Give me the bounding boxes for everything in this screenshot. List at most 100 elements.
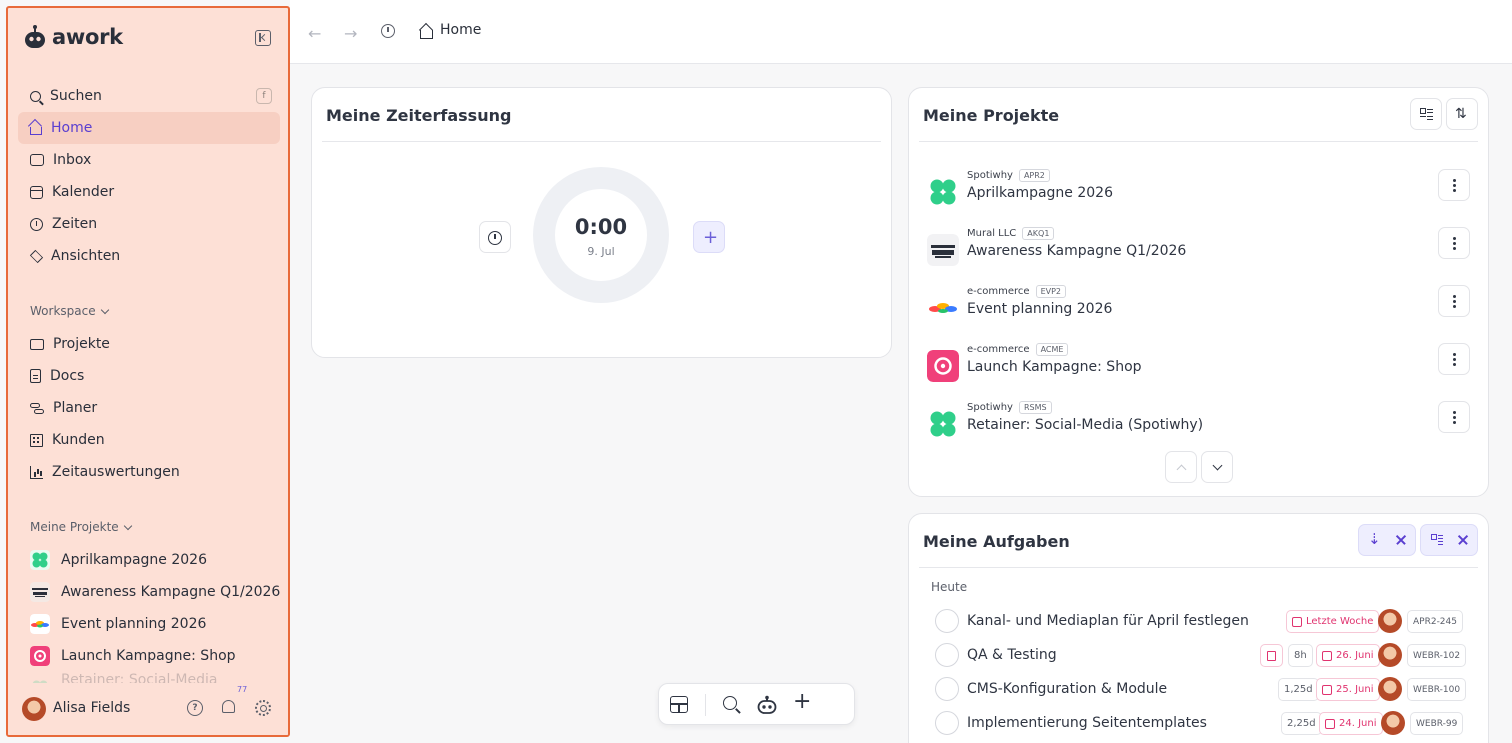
timer-ring[interactable]: 0:00 9. Jul — [533, 167, 669, 303]
breadcrumb[interactable]: Home — [440, 22, 481, 38]
workspace-section-toggle[interactable]: Workspace — [30, 304, 109, 318]
task-row[interactable]: Implementierung Seitentemplates 2,25d 24… — [935, 709, 1470, 737]
sidebar-item-docs[interactable]: Docs — [18, 360, 280, 392]
effort-chip[interactable]: 8h — [1288, 644, 1313, 667]
task-row[interactable]: QA & Testing 8h 26. Juni WEBR-102 — [935, 641, 1470, 669]
sidebar-item-label: Kalender — [52, 184, 115, 200]
plus-icon[interactable]: + — [793, 689, 813, 714]
close-icon[interactable] — [1451, 525, 1477, 555]
sidebar-item-home[interactable]: Home — [18, 112, 280, 144]
more-options-icon[interactable] — [1438, 285, 1470, 317]
assignee-avatar[interactable] — [1378, 677, 1402, 701]
project-row[interactable]: e-commerce EVP2 Event planning 2026 — [927, 285, 1470, 329]
timer-display: 0:00 9. Jul — [555, 189, 647, 281]
client-name: e-commerce — [967, 286, 1030, 297]
client-name: Spotiwhy — [967, 170, 1013, 181]
section-label: Meine Projekte — [30, 520, 119, 534]
help-icon[interactable]: ? — [187, 700, 203, 716]
assignee-avatar[interactable] — [1381, 711, 1405, 735]
my-projects-section-toggle[interactable]: Meine Projekte — [30, 520, 132, 534]
task-checkbox[interactable] — [935, 609, 959, 633]
list-view-icon[interactable] — [1421, 525, 1451, 555]
add-time-entry-button[interactable]: + — [693, 221, 725, 253]
search-icon[interactable] — [723, 696, 737, 710]
effort-chip[interactable]: 1,25d — [1278, 678, 1319, 701]
task-key: WEBR-99 — [1410, 712, 1464, 735]
document-icon — [30, 369, 41, 383]
project-row[interactable]: e-commerce ACME Launch Kampagne: Shop — [927, 343, 1470, 387]
sidebar-project-awareness[interactable]: Awareness Kampagne Q1/2026 — [30, 580, 280, 604]
stopwatch-button[interactable] — [479, 221, 511, 253]
divider — [705, 694, 706, 716]
due-date-chip[interactable]: 26. Juni — [1316, 644, 1380, 667]
more-options-icon[interactable] — [1438, 227, 1470, 259]
effort-chip[interactable]: 2,25d — [1281, 712, 1322, 735]
due-date-chip[interactable]: 24. Juni — [1319, 712, 1383, 735]
project-key: RSMS — [1018, 401, 1052, 414]
task-checkbox[interactable] — [935, 677, 959, 701]
search-icon — [30, 90, 41, 102]
bell-icon[interactable] — [222, 700, 235, 713]
task-checkbox[interactable] — [935, 643, 959, 667]
project-client: Mural LLC AKQ1 — [967, 227, 1055, 240]
sidebar-item-kunden[interactable]: Kunden — [18, 424, 280, 456]
project-row[interactable]: Spotiwhy RSMS Retainer: Social-Media (Spo… — [927, 401, 1470, 445]
task-name[interactable]: Implementierung Seitentemplates — [967, 715, 1207, 731]
task-row[interactable]: CMS-Konfiguration & Module 1,25d 25. Jun… — [935, 675, 1470, 703]
sort-descending-icon[interactable] — [1359, 525, 1389, 555]
project-row[interactable]: Mural LLC AKQ1 Awareness Kampagne Q1/2026 — [927, 227, 1470, 271]
project-row[interactable]: Spotiwhy APR2 Aprilkampagne 2026 — [927, 169, 1470, 213]
assistant-robot-icon[interactable] — [757, 695, 777, 715]
task-name[interactable]: CMS-Konfiguration & Module — [967, 681, 1167, 697]
task-row[interactable]: Kanal- und Mediaplan für April festlegen… — [935, 607, 1470, 635]
ecommerce-pink-logo-icon — [927, 350, 959, 382]
collapse-sidebar-icon[interactable] — [255, 30, 271, 46]
sidebar-project-aprilkampagne[interactable]: Aprilkampagne 2026 — [30, 548, 207, 572]
sidebar-project-launch-kampagne[interactable]: Launch Kampagne: Shop — [30, 644, 236, 668]
user-avatar[interactable] — [22, 697, 46, 721]
sidebar-item-zeiten[interactable]: Zeiten — [18, 208, 280, 240]
due-date-chip[interactable]: Letzte Woche — [1286, 610, 1380, 633]
user-name[interactable]: Alisa Fields — [53, 700, 130, 716]
sidebar-item-zeitauswertungen[interactable]: Zeitauswertungen — [18, 456, 280, 488]
close-icon[interactable] — [1389, 525, 1415, 555]
more-options-icon[interactable] — [1438, 401, 1470, 433]
chevron-up-icon[interactable] — [1165, 451, 1197, 483]
flag-icon[interactable] — [1260, 644, 1283, 667]
back-arrow-icon[interactable]: ← — [308, 24, 321, 43]
project-key: AKQ1 — [1022, 227, 1055, 240]
list-view-icon — [1420, 108, 1433, 120]
more-options-icon[interactable] — [1438, 169, 1470, 201]
sidebar-item-label: Zeitauswertungen — [52, 464, 180, 480]
sidebar-item-kalender[interactable]: Kalender — [18, 176, 280, 208]
spotiwhy-logo-icon — [930, 411, 956, 437]
sort-button[interactable]: ⇅ — [1446, 98, 1478, 130]
more-options-icon[interactable] — [1438, 343, 1470, 375]
sidebar-item-projekte[interactable]: Projekte — [18, 328, 280, 360]
due-date-chip[interactable]: 25. Juni — [1316, 678, 1380, 701]
assignee-avatar[interactable] — [1378, 643, 1402, 667]
app-logo[interactable]: awork — [24, 24, 123, 50]
sidebar-item-label: Docs — [50, 368, 85, 384]
time-tracking-card: Meine Zeiterfassung 0:00 9. Jul + — [311, 87, 892, 358]
view-filter-chip[interactable] — [1420, 524, 1478, 556]
view-options-button[interactable] — [1410, 98, 1442, 130]
project-client: Spotiwhy RSMS — [967, 401, 1052, 414]
sidebar-item-planer[interactable]: Planer — [18, 392, 280, 424]
task-name[interactable]: Kanal- und Mediaplan für April festlegen — [967, 613, 1249, 629]
project-name: Event planning 2026 — [967, 301, 1113, 317]
chevron-down-icon[interactable] — [1201, 451, 1233, 483]
sidebar-item-ansichten[interactable]: Ansichten — [18, 240, 280, 272]
sort-filter-chip[interactable] — [1358, 524, 1416, 556]
layout-icon[interactable] — [670, 696, 688, 713]
sidebar-item-search[interactable]: Suchen f — [18, 80, 280, 112]
assignee-avatar[interactable] — [1378, 609, 1402, 633]
task-checkbox[interactable] — [935, 711, 959, 735]
history-icon[interactable] — [381, 24, 395, 38]
plus-icon: + — [703, 227, 719, 248]
task-name[interactable]: QA & Testing — [967, 647, 1057, 663]
gear-icon[interactable] — [255, 700, 271, 716]
sidebar-project-event-planning[interactable]: Event planning 2026 — [30, 612, 206, 636]
sidebar-item-inbox[interactable]: Inbox — [18, 144, 280, 176]
forward-arrow-icon[interactable]: → — [344, 24, 357, 43]
